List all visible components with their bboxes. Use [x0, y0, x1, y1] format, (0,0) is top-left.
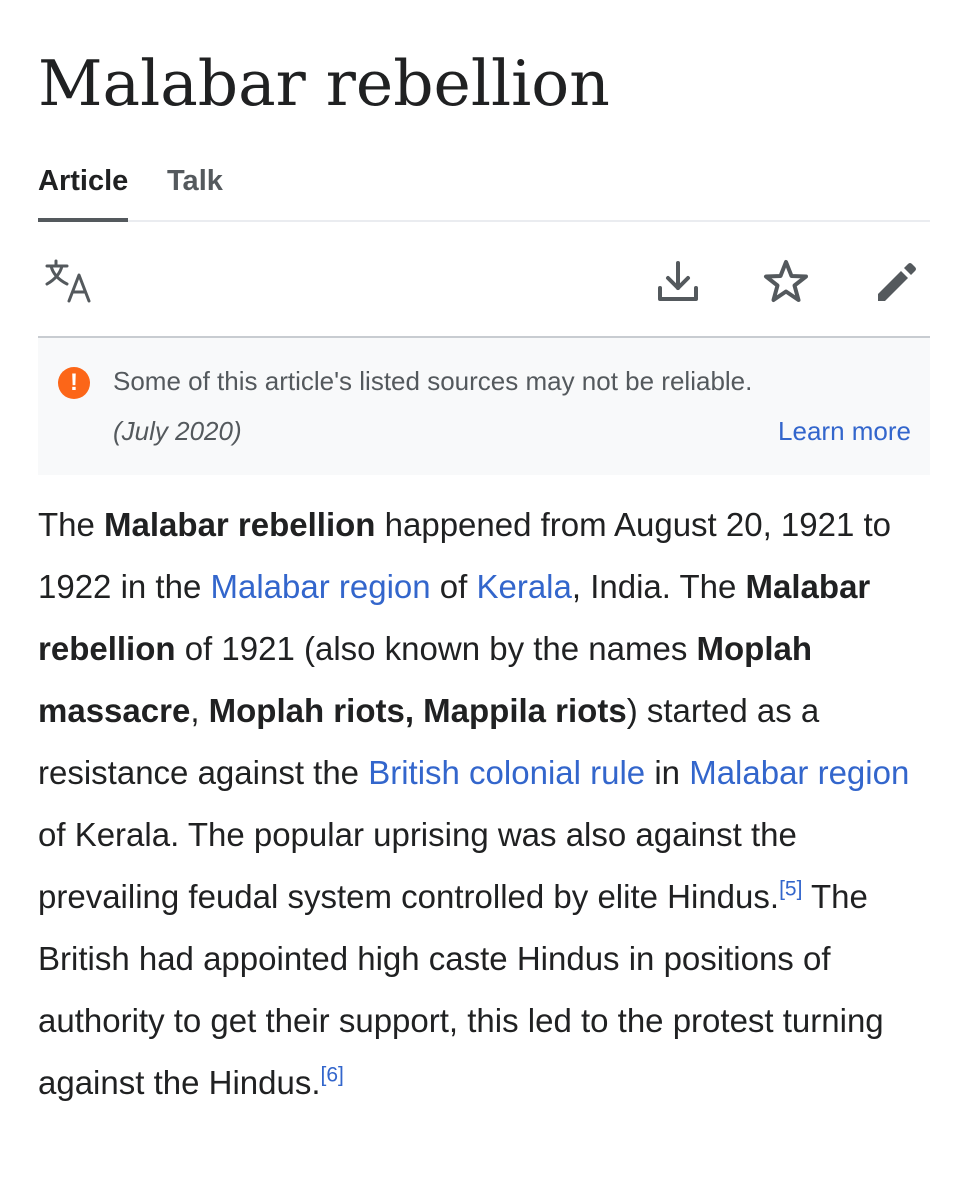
- page-actions-toolbar: [38, 222, 930, 338]
- tab-talk[interactable]: Talk: [167, 164, 223, 198]
- language-icon[interactable]: [42, 252, 102, 312]
- text-fragment: of Kerala. The popular uprising was also…: [38, 816, 797, 915]
- link-malabar-region[interactable]: Malabar region: [210, 568, 430, 605]
- download-icon[interactable]: [648, 252, 708, 312]
- text-fragment: in: [645, 754, 690, 791]
- text-fragment: ,: [190, 692, 209, 729]
- learn-more-link[interactable]: Learn more: [778, 414, 911, 448]
- reference-link-6[interactable]: [6]: [321, 1063, 344, 1086]
- reliability-notice: ! Some of this article's listed sources …: [38, 338, 930, 475]
- page-title: Malabar rebellion: [38, 47, 610, 120]
- notice-date: (July 2020): [113, 416, 242, 446]
- notice-message: Some of this article's listed sources ma…: [113, 366, 753, 396]
- star-icon[interactable]: [756, 252, 816, 312]
- bold-term: Moplah riots, Mappila riots: [208, 692, 627, 729]
- pencil-icon[interactable]: [866, 252, 926, 312]
- tab-article[interactable]: Article: [38, 164, 129, 222]
- article-paragraph: The Malabar rebellion happened from Augu…: [38, 494, 938, 1114]
- text-fragment: The: [670, 568, 746, 605]
- text-fragment: The: [38, 506, 105, 543]
- reference-link-5[interactable]: [5]: [779, 877, 802, 900]
- link-british-colonial-rule[interactable]: British colonial rule: [368, 754, 645, 791]
- reference-6: [6]: [321, 1063, 344, 1086]
- reference-5: [5]: [779, 877, 802, 900]
- exclamation-icon: !: [58, 367, 90, 399]
- text-fragment: , India.: [571, 568, 671, 605]
- text-fragment: of: [430, 568, 477, 605]
- link-malabar-region-2[interactable]: Malabar region: [689, 754, 909, 791]
- text-fragment: of 1921 (also known by the names: [175, 630, 697, 667]
- bold-term: Malabar rebellion: [104, 506, 376, 543]
- tab-bar: Article Talk: [38, 150, 930, 222]
- link-kerala[interactable]: Kerala: [476, 568, 571, 605]
